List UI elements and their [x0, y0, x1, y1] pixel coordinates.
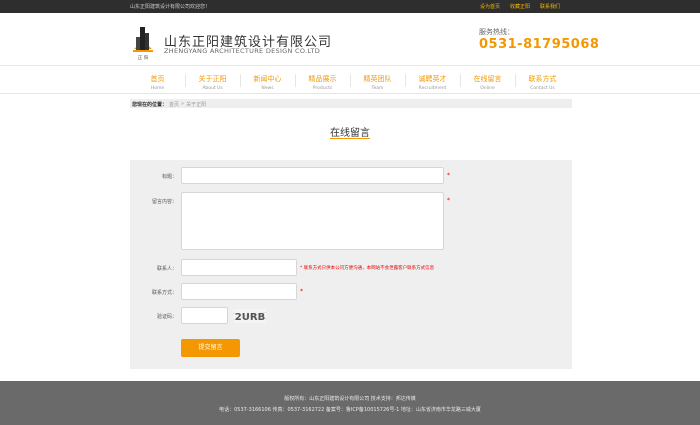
nav-about-sublabel: About Us	[202, 86, 223, 91]
footer-contact-info: 电话：0537-3166106 传真：0537-3162722 备案号：鲁ICP…	[219, 407, 481, 413]
nav-about[interactable]: 关于正阳 About Us	[185, 66, 240, 94]
captcha-image[interactable]: 2URB	[232, 308, 268, 323]
breadcrumb-label: 您现在的位置：	[132, 102, 168, 108]
nav-home-label: 首页	[150, 75, 165, 83]
content-field-label: 留言内容：	[151, 199, 177, 205]
header: 正 阳 山东正阳建筑设计有限公司 ZHENGYANG ARCHITECTURE …	[0, 13, 700, 65]
nav-products-sublabel: Products	[312, 86, 333, 91]
nav-contact-label: 联系方式	[528, 75, 557, 83]
bookmark-link[interactable]: 收藏正阳	[510, 3, 530, 10]
nav-home-sublabel: Home	[150, 86, 165, 91]
submit-button[interactable]: 提交留言	[181, 339, 240, 357]
nav-contact-sublabel: Contact Us	[530, 86, 555, 91]
captcha-label: 验证码：	[156, 314, 177, 320]
nav-news-sublabel: News	[261, 86, 274, 91]
nav-team-sublabel: Team	[371, 86, 384, 91]
contact-method-required-mark: *	[300, 288, 303, 295]
title-underline	[330, 138, 370, 139]
breadcrumb-home[interactable]: 首页	[169, 101, 179, 108]
nav-news[interactable]: 新闻中心 News	[240, 66, 295, 94]
nav-products[interactable]: 精品展示 Products	[295, 66, 350, 94]
content-required-mark: *	[447, 197, 450, 204]
welcome-text: 山东正阳建筑设计有限公司欢迎您！	[130, 4, 211, 10]
nav-news-label: 新闻中心	[253, 75, 282, 83]
nav-products-label: 精品展示	[308, 75, 337, 83]
title-input[interactable]	[181, 167, 444, 184]
svg-text:2URB: 2URB	[235, 312, 265, 323]
nav-online-message[interactable]: 在线留言 Online	[460, 66, 515, 94]
nav-contact[interactable]: 联系方式 Contact Us	[515, 66, 570, 94]
hotline-number: 0531-81795068	[479, 37, 600, 52]
company-logo[interactable]: 正 阳	[130, 21, 156, 61]
nav-online-label: 在线留言	[473, 75, 502, 83]
breadcrumb: 您现在的位置： 首页 » 关于正阳	[130, 99, 572, 108]
footer-copyright: 版权所有：山东正阳建筑设计有限公司 技术支持：邦达传媒	[284, 396, 416, 402]
main-nav: 首页 Home 关于正阳 About Us 新闻中心 News 精品展示 Product…	[130, 66, 570, 94]
top-bar: 山东正阳建筑设计有限公司欢迎您！ 设为首页 收藏正阳 联系我们	[0, 0, 700, 13]
nav-home[interactable]: 首页 Home	[130, 66, 185, 94]
set-homepage-link[interactable]: 设为首页	[480, 3, 500, 10]
page-title: 在线留言	[330, 128, 370, 139]
title-field-label: 标题：	[161, 174, 177, 180]
contact-hint: * 联系方式只供本公司方便沟通，本网站不会泄露客户联系方式信息	[300, 266, 435, 271]
company-name-en: ZHENGYANG ARCHITECTURE DESIGN CO.LTD	[164, 47, 320, 55]
breadcrumb-separator: »	[181, 101, 185, 107]
captcha-input[interactable]	[181, 307, 228, 324]
nav-team[interactable]: 精英团队 Team	[350, 66, 405, 94]
breadcrumb-current[interactable]: 关于正阳	[186, 101, 206, 108]
footer: 版权所有：山东正阳建筑设计有限公司 技术支持：邦达传媒 电话：0537-3166…	[0, 381, 700, 425]
hotline-label: 服务热线：	[479, 28, 514, 36]
content-textarea[interactable]	[181, 192, 444, 250]
nav-about-label: 关于正阳	[198, 75, 227, 83]
main-nav-bar: 首页 Home 关于正阳 About Us 新闻中心 News 精品展示 Product…	[0, 65, 700, 94]
contact-us-link[interactable]: 联系我们	[540, 3, 560, 10]
title-required-mark: *	[447, 172, 450, 179]
nav-recruitment-label: 诚聘英才	[418, 75, 447, 83]
contact-person-label: 联系人：	[156, 266, 177, 272]
nav-recruitment-sublabel: Recruitment	[418, 86, 447, 91]
contact-method-input[interactable]	[181, 283, 297, 300]
nav-recruitment[interactable]: 诚聘英才 Recruitment	[405, 66, 460, 94]
top-links: 设为首页 收藏正阳 联系我们	[480, 3, 560, 10]
contact-person-input[interactable]	[181, 259, 297, 276]
svg-text:正 阳: 正 阳	[138, 54, 149, 61]
nav-team-label: 精英团队	[363, 75, 392, 83]
nav-online-sublabel: Online	[480, 86, 495, 91]
contact-method-label: 联系方式：	[151, 290, 177, 296]
